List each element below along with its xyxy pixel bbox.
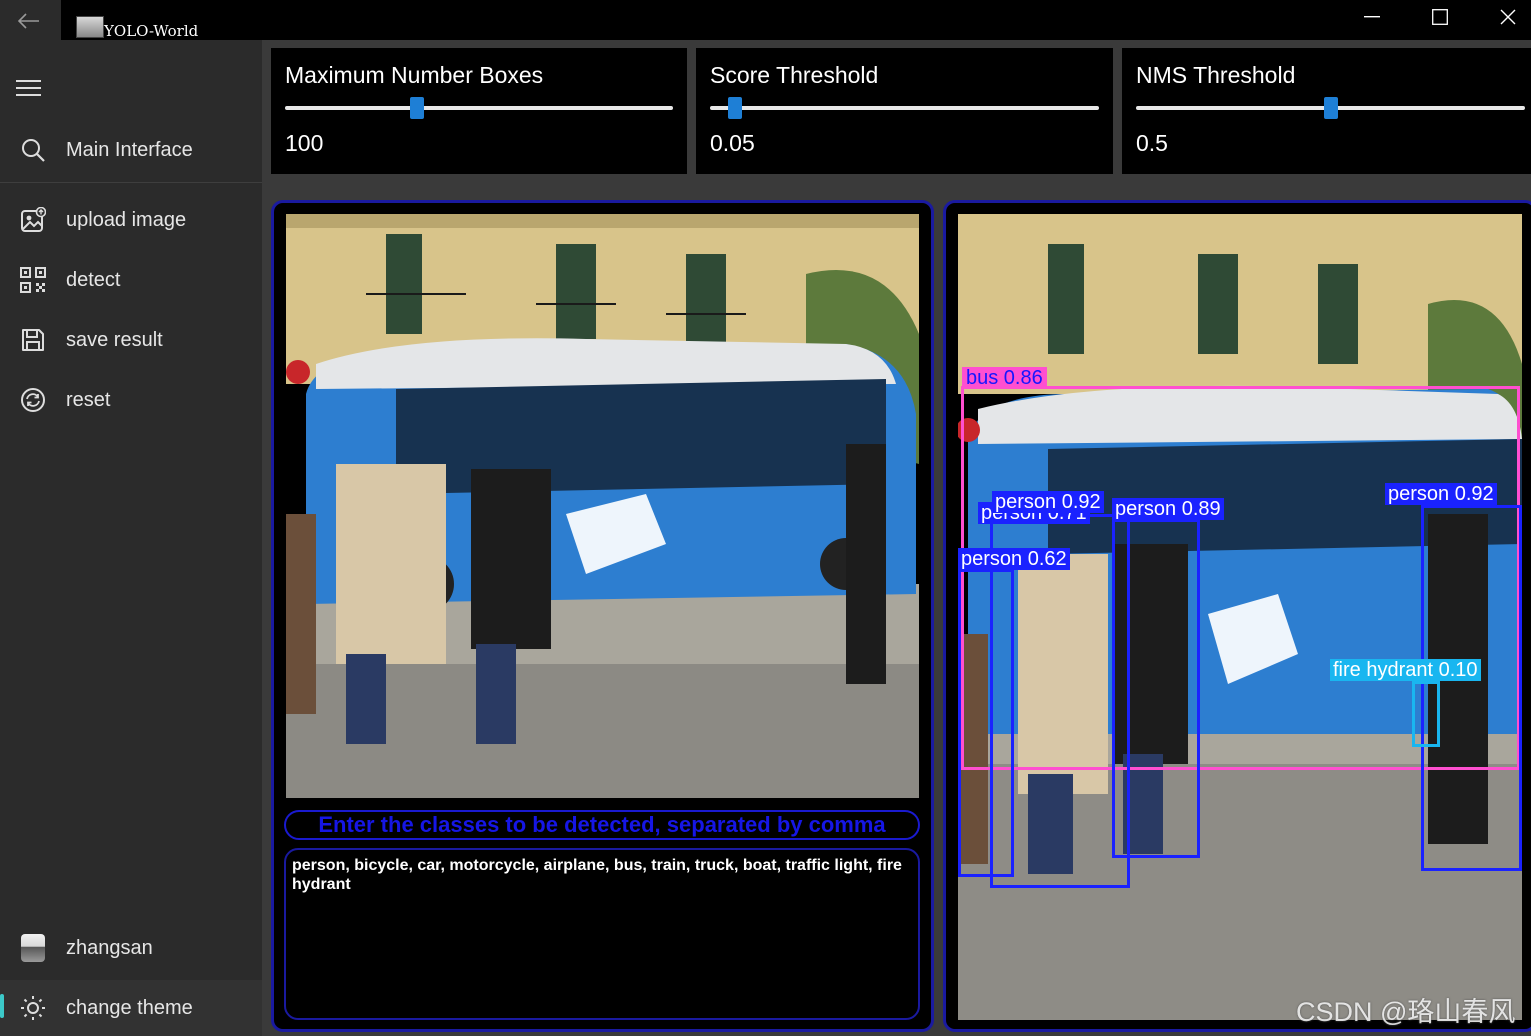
save-icon: [22, 329, 44, 351]
title-bar: YOLO-World: [0, 0, 1531, 40]
detection-label: person 0.92: [992, 491, 1104, 513]
sidebar-divider: [0, 182, 262, 183]
detection-box-person: [958, 569, 1014, 877]
max-boxes-card: Maximum Number Boxes 100: [271, 48, 687, 174]
nms-threshold-card: NMS Threshold 0.5: [1122, 48, 1531, 174]
input-image: [286, 214, 919, 798]
detection-label: bus 0.86: [962, 367, 1047, 389]
app-icon: [76, 16, 104, 38]
nav-upload-image[interactable]: upload image: [0, 192, 262, 248]
sidebar: Main Interface upload image detect save …: [0, 40, 262, 1036]
slider-title: NMS Threshold: [1136, 62, 1296, 88]
detection-label: fire hydrant 0.10: [1330, 659, 1481, 681]
slider-title: Maximum Number Boxes: [285, 62, 544, 88]
nav-label: Main Interface: [66, 138, 193, 161]
back-arrow-icon: [18, 13, 39, 29]
score-threshold-slider[interactable]: [710, 97, 1099, 119]
avatar: [21, 934, 45, 962]
detection-box-person: [1112, 519, 1200, 858]
minimize-icon: [1364, 16, 1380, 18]
prompt-label: Enter the classes to be detected, separa…: [284, 810, 920, 840]
search-icon: [22, 139, 45, 162]
max-boxes-slider[interactable]: [285, 97, 673, 119]
sun-icon: [21, 996, 45, 1020]
maximize-icon: [1432, 9, 1448, 25]
slider-value: 0.5: [1136, 130, 1168, 156]
nav-save-result[interactable]: save result: [0, 312, 262, 368]
nav-main-interface[interactable]: Main Interface: [0, 122, 262, 178]
hamburger-icon: [16, 80, 41, 96]
nav-label: detect: [66, 268, 121, 291]
slider-thumb[interactable]: [1323, 97, 1338, 119]
score-threshold-card: Score Threshold 0.05: [696, 48, 1113, 174]
nav-label: save result: [66, 328, 163, 351]
slider-thumb[interactable]: [728, 97, 743, 119]
detection-box-hydrant: [1412, 681, 1440, 747]
nav-detect[interactable]: detect: [0, 252, 262, 308]
classes-input[interactable]: person, bicycle, car, motorcycle, airpla…: [284, 848, 920, 1020]
image-upload-icon: [21, 207, 46, 232]
nav-label: reset: [66, 388, 111, 411]
nav-reset[interactable]: reset: [0, 372, 262, 428]
close-button[interactable]: [1474, 0, 1531, 34]
slider-title: Score Threshold: [710, 62, 879, 88]
slider-value: 0.05: [710, 130, 755, 156]
watermark: CSDN @珞山春风: [1296, 997, 1516, 1027]
back-button[interactable]: [0, 0, 61, 40]
detection-label: person 0.92: [1385, 483, 1497, 505]
nav-label: upload image: [66, 208, 187, 231]
menu-button[interactable]: [16, 78, 42, 103]
user-name: zhangsan: [66, 936, 153, 959]
slider-value: 100: [285, 130, 324, 156]
nms-threshold-slider[interactable]: [1136, 97, 1525, 119]
sync-icon: [21, 388, 45, 412]
minimize-button[interactable]: [1338, 0, 1406, 34]
window-title: YOLO-World: [104, 22, 199, 40]
selected-indicator: [0, 994, 4, 1018]
slider-thumb[interactable]: [409, 97, 424, 119]
close-icon: [1500, 9, 1516, 25]
detection-label: person 0.62: [958, 548, 1070, 570]
qr-scan-icon: [20, 267, 46, 293]
maximize-button[interactable]: [1406, 0, 1474, 34]
detection-label: person 0.89: [1112, 498, 1224, 520]
nav-user[interactable]: zhangsan: [0, 920, 262, 976]
nav-label: change theme: [66, 996, 193, 1019]
nav-change-theme[interactable]: change theme: [0, 980, 262, 1036]
